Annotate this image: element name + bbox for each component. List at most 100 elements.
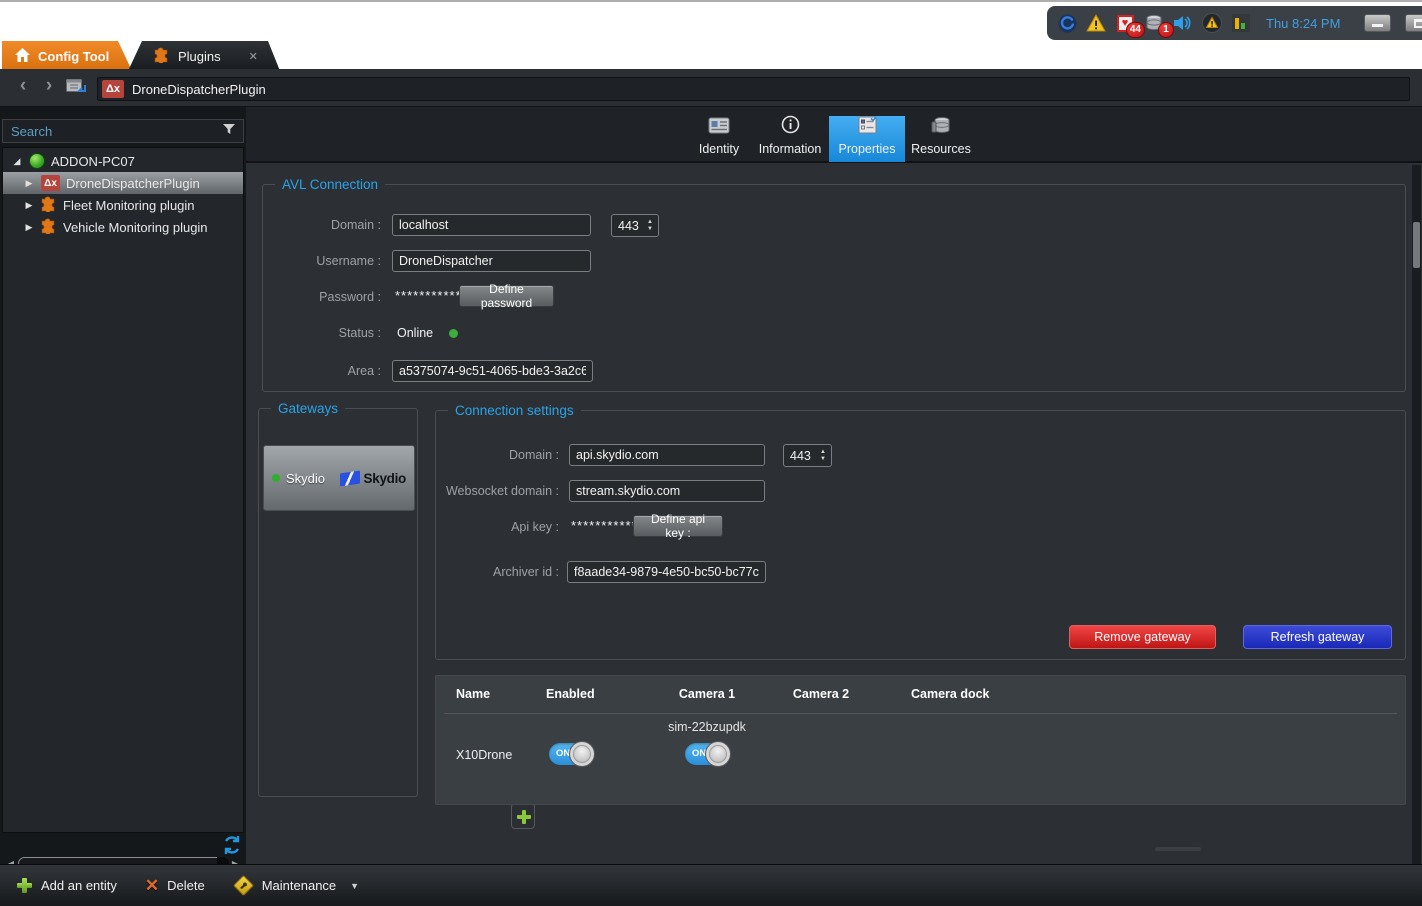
- tab-config-tool[interactable]: Config Tool: [2, 41, 132, 71]
- archiver-id-label: Archiver id :: [436, 565, 559, 579]
- remove-gateway-button[interactable]: Remove gateway: [1069, 625, 1216, 649]
- avl-area-input[interactable]: [392, 360, 593, 382]
- database-events-icon[interactable]: 1: [1144, 13, 1164, 33]
- stats-bars-icon[interactable]: [1231, 13, 1251, 33]
- define-password-button[interactable]: Define password: [459, 285, 554, 307]
- avl-connection-title: AVL Connection: [275, 177, 385, 192]
- avl-domain-input[interactable]: [392, 214, 591, 236]
- tree-item-vehicle-monitoring[interactable]: ▶ Vehicle Monitoring plugin: [3, 216, 243, 238]
- connection-domain-input[interactable]: [569, 444, 765, 466]
- camera1-name: sim-22bzupdk: [668, 720, 746, 734]
- domain-label: Domain :: [263, 218, 381, 232]
- dropdown-arrow-icon: ▼: [350, 881, 359, 891]
- gateways-group: Gateways Skydio Skydio: [258, 401, 418, 797]
- enabled-toggle[interactable]: ON: [549, 743, 593, 765]
- status-label: Status :: [263, 326, 381, 340]
- tab-information[interactable]: Information: [755, 116, 825, 162]
- information-icon: [781, 115, 800, 137]
- skydio-flag-icon: [340, 470, 360, 486]
- status-value: Online: [397, 326, 433, 340]
- maintenance-menu-button[interactable]: Maintenance ▼: [233, 878, 359, 893]
- column-header-enabled: Enabled: [546, 687, 595, 701]
- tree-item-drone-dispatcher[interactable]: ▶ Δx DroneDispatcherPlugin: [3, 172, 243, 194]
- alert-circle-icon[interactable]: [1202, 13, 1222, 33]
- avl-username-input[interactable]: [392, 250, 591, 272]
- websocket-domain-input[interactable]: [569, 480, 765, 502]
- skydio-logo: Skydio: [340, 471, 406, 486]
- drone-name: X10Drone: [456, 748, 512, 762]
- speaker-icon[interactable]: [1173, 13, 1193, 33]
- tab-close-icon[interactable]: ✕: [249, 50, 258, 63]
- warning-icon[interactable]: [1086, 13, 1106, 33]
- delete-button[interactable]: ✕ Delete: [145, 876, 205, 896]
- define-apikey-button[interactable]: Define api key :: [633, 515, 723, 537]
- tree-item-fleet-monitoring[interactable]: ▶ Fleet Monitoring plugin: [3, 194, 243, 216]
- expander-open-icon[interactable]: ◢: [11, 156, 23, 167]
- camera1-toggle[interactable]: ON: [685, 743, 729, 765]
- tab-label: Identity: [699, 142, 739, 156]
- events-badge: 1: [1158, 22, 1174, 38]
- add-entity-button[interactable]: Add an entity: [16, 877, 117, 894]
- home-icon: [15, 48, 30, 65]
- add-gateway-button[interactable]: [511, 803, 535, 829]
- column-header-camera1: Camera 1: [679, 687, 735, 701]
- system-tray: ♥ 44 1 Thu 8:24 PM ✕: [1047, 6, 1422, 40]
- tab-plugins[interactable]: Plugins ✕: [128, 41, 280, 71]
- forward-button[interactable]: ›: [40, 75, 58, 97]
- gateways-title: Gateways: [271, 401, 345, 416]
- title-band: ♥ 44 1 Thu 8:24 PM ✕: [0, 0, 1422, 69]
- spin-up-icon[interactable]: ▲: [647, 219, 653, 226]
- health-icon[interactable]: ♥ 44: [1115, 13, 1135, 33]
- health-badge: 44: [1126, 22, 1145, 38]
- avl-port-spinner[interactable]: 443 ▲▼: [611, 214, 659, 237]
- search-input[interactable]: [3, 124, 215, 139]
- plugin-entity-icon: Δx: [102, 80, 124, 98]
- spin-down-icon[interactable]: ▼: [647, 226, 653, 233]
- filter-funnel-icon[interactable]: [215, 122, 243, 140]
- tab-resources[interactable]: Resources: [909, 116, 973, 162]
- vertical-scrollbar[interactable]: [1412, 165, 1421, 864]
- password-label: Password :: [263, 290, 381, 304]
- refresh-gateway-button[interactable]: Refresh gateway: [1243, 625, 1392, 649]
- scrollbar-thumb[interactable]: [1413, 222, 1420, 268]
- config-tool-window: ♥ 44 1 Thu 8:24 PM ✕: [0, 0, 1422, 906]
- genetec-logo-icon: [1057, 13, 1077, 33]
- spin-down-icon[interactable]: ▼: [820, 456, 826, 463]
- gateway-name: Skydio: [286, 471, 334, 486]
- spin-up-icon[interactable]: ▲: [820, 449, 826, 456]
- tab-label: Properties: [839, 142, 896, 156]
- add-entity-label: Add an entity: [41, 878, 117, 893]
- puzzle-icon: [41, 218, 57, 237]
- column-header-camera2: Camera 2: [793, 687, 849, 701]
- tree-item-server[interactable]: ◢ ADDON-PC07: [3, 150, 243, 172]
- expander-closed-icon[interactable]: ▶: [23, 178, 35, 189]
- server-icon: [29, 153, 45, 169]
- breadcrumb[interactable]: Δx DroneDispatcherPlugin: [97, 77, 1410, 101]
- main-content: Identity Information Properties Resource…: [246, 107, 1422, 864]
- connection-port-spinner[interactable]: 443 ▲▼: [783, 444, 832, 467]
- toggle-knob: [569, 741, 595, 767]
- websocket-domain-label: Websocket domain :: [436, 484, 559, 498]
- expander-closed-icon[interactable]: ▶: [23, 222, 35, 233]
- clock: Thu 8:24 PM: [1266, 16, 1340, 31]
- refresh-tree-icon[interactable]: [222, 835, 242, 855]
- tab-identity[interactable]: Identity: [687, 116, 751, 162]
- domain-label: Domain :: [436, 448, 559, 462]
- skydio-brand-text: Skydio: [364, 471, 406, 486]
- tab-properties[interactable]: Properties: [829, 116, 905, 162]
- tree-item-label: Fleet Monitoring plugin: [63, 198, 195, 213]
- tab-label: Resources: [911, 142, 971, 156]
- back-button[interactable]: ‹: [14, 75, 32, 97]
- area-label: Area :: [263, 364, 381, 378]
- identity-icon: [708, 117, 730, 137]
- maximize-button[interactable]: [1405, 14, 1422, 32]
- archiver-id-input[interactable]: [567, 561, 766, 583]
- breadcrumb-entity: DroneDispatcherPlugin: [132, 82, 266, 97]
- expander-closed-icon[interactable]: ▶: [23, 200, 35, 211]
- search-box: [2, 119, 244, 143]
- gateway-item-skydio[interactable]: Skydio Skydio: [263, 445, 415, 511]
- report-icon[interactable]: [66, 78, 87, 101]
- minimize-button[interactable]: [1364, 14, 1391, 32]
- resize-grip[interactable]: [1155, 847, 1201, 851]
- navigation-bar: ‹ › Δx DroneDispatcherPlugin: [0, 69, 1422, 107]
